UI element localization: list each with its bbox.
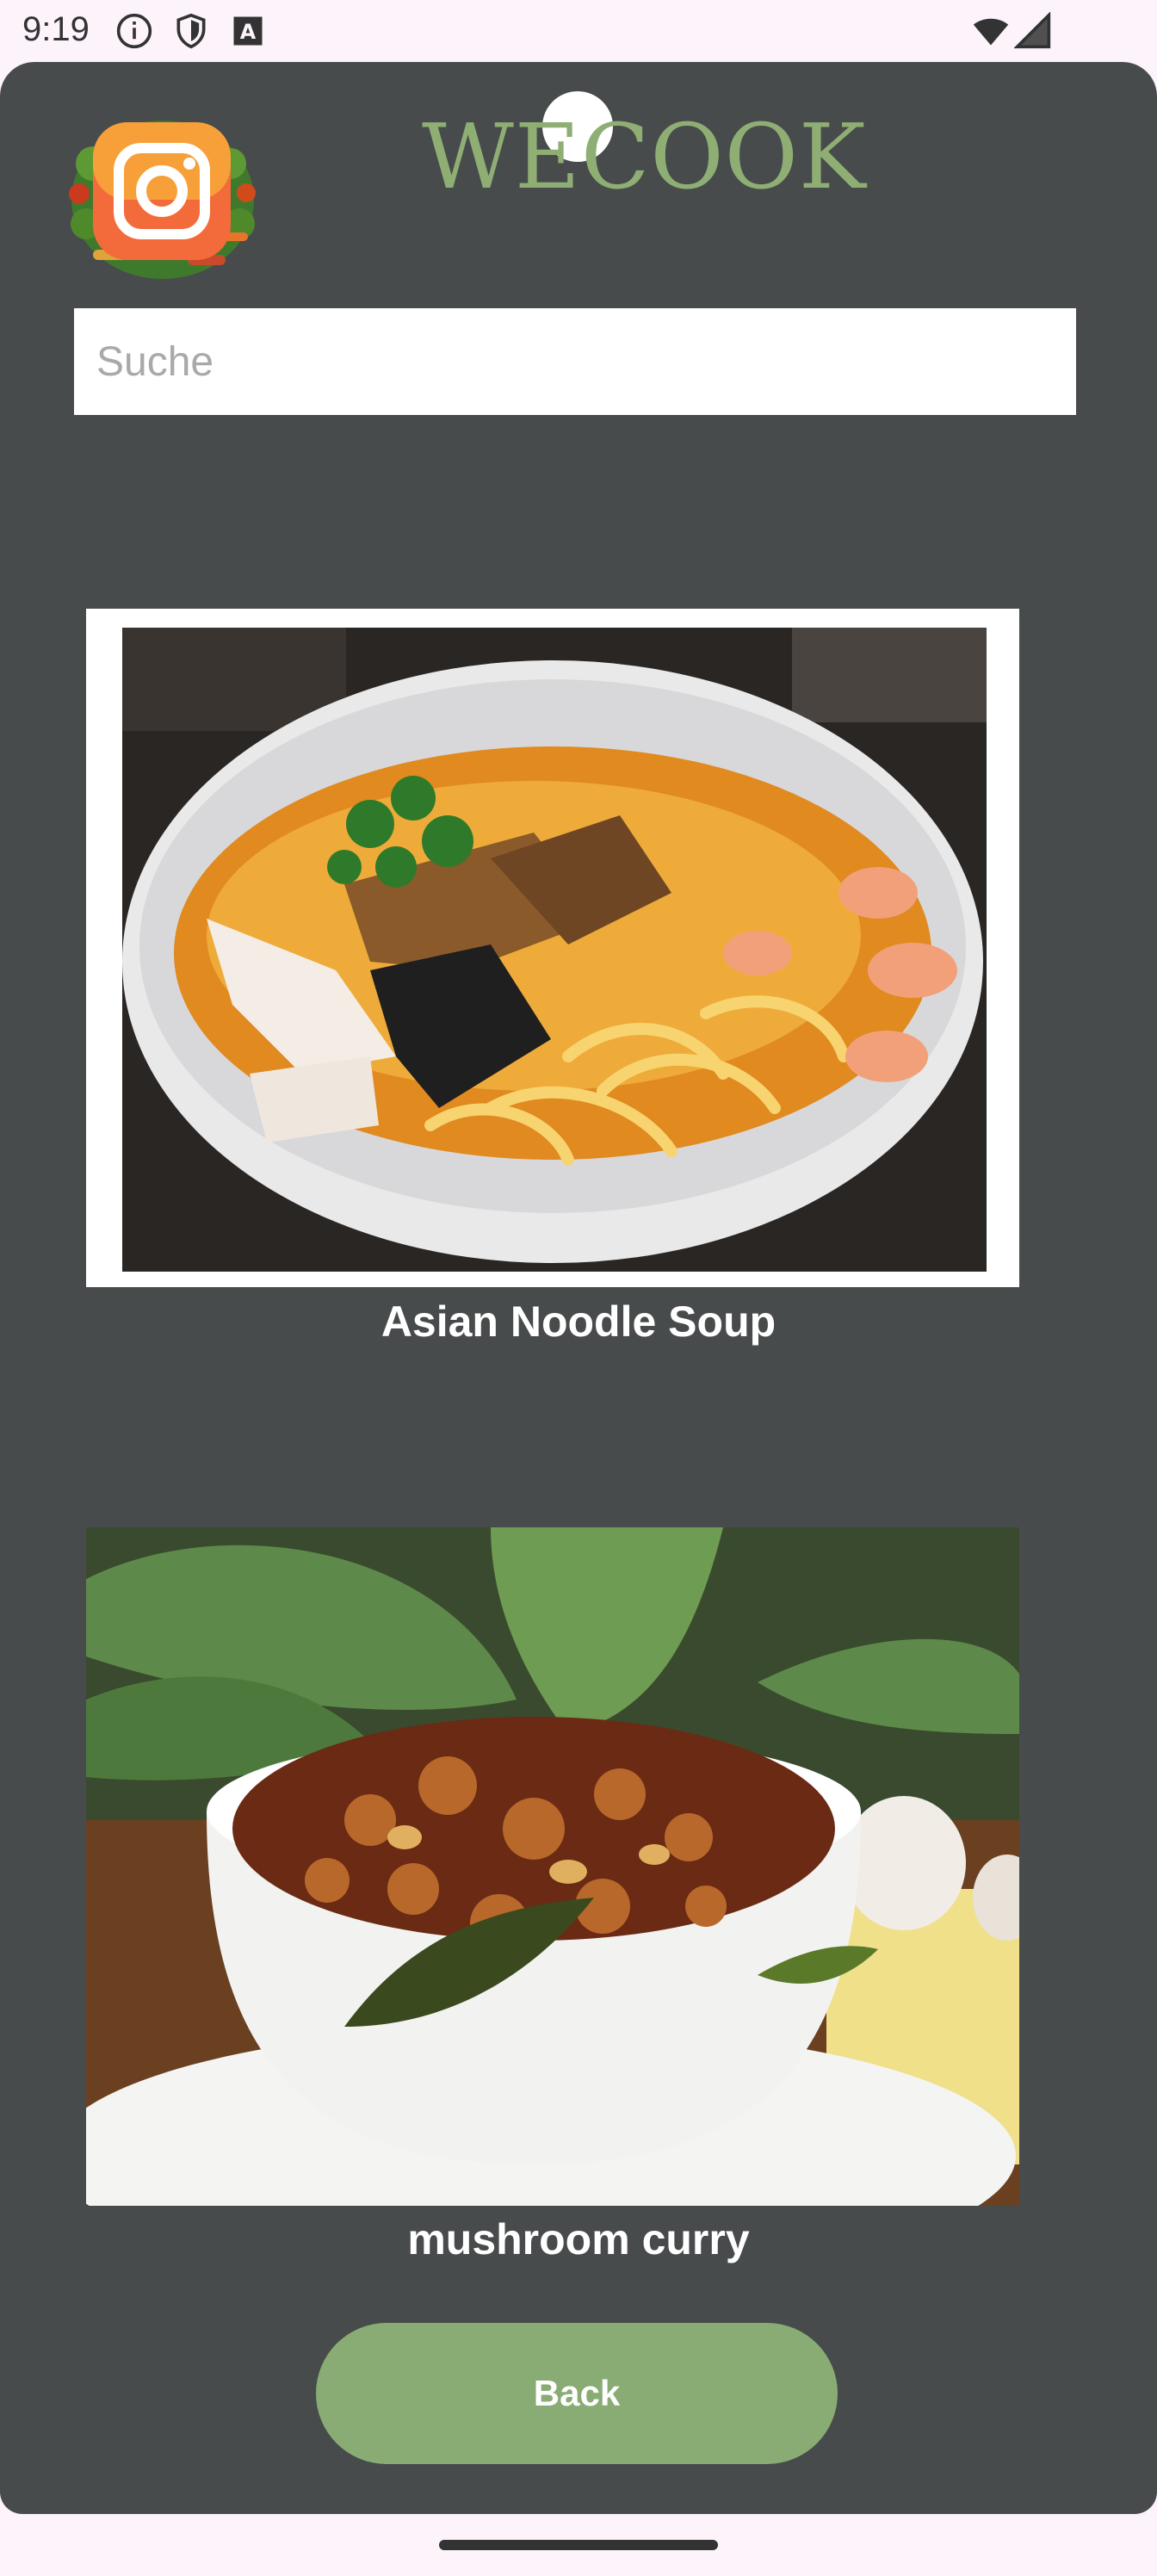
app-title: WECOOK bbox=[422, 104, 867, 209]
back-button[interactable]: Back bbox=[316, 2323, 838, 2464]
wecook-logo-icon bbox=[69, 121, 256, 279]
home-indicator[interactable] bbox=[439, 2540, 718, 2550]
recipe-image-mushroom-curry[interactable] bbox=[86, 1527, 1019, 2206]
cell-signal-icon bbox=[1014, 12, 1051, 49]
app-screen: WECOOK Suche Asian Noodle Soup mushroom … bbox=[0, 62, 1157, 2514]
svg-text:A: A bbox=[240, 20, 257, 44]
search-input[interactable] bbox=[74, 308, 1076, 415]
text-a-icon: A bbox=[233, 16, 263, 46]
status-bar: 9:19 A bbox=[0, 0, 1157, 62]
info-icon bbox=[116, 13, 152, 49]
recipe-title-noodle-soup[interactable]: Asian Noodle Soup bbox=[0, 1297, 1157, 1347]
recipe-title-mushroom-curry[interactable]: mushroom curry bbox=[0, 2214, 1157, 2264]
shield-icon bbox=[176, 13, 206, 49]
status-time: 9:19 bbox=[22, 10, 90, 48]
recipe-image-noodle-soup[interactable] bbox=[86, 609, 1019, 1287]
wifi-icon bbox=[973, 18, 1009, 46]
